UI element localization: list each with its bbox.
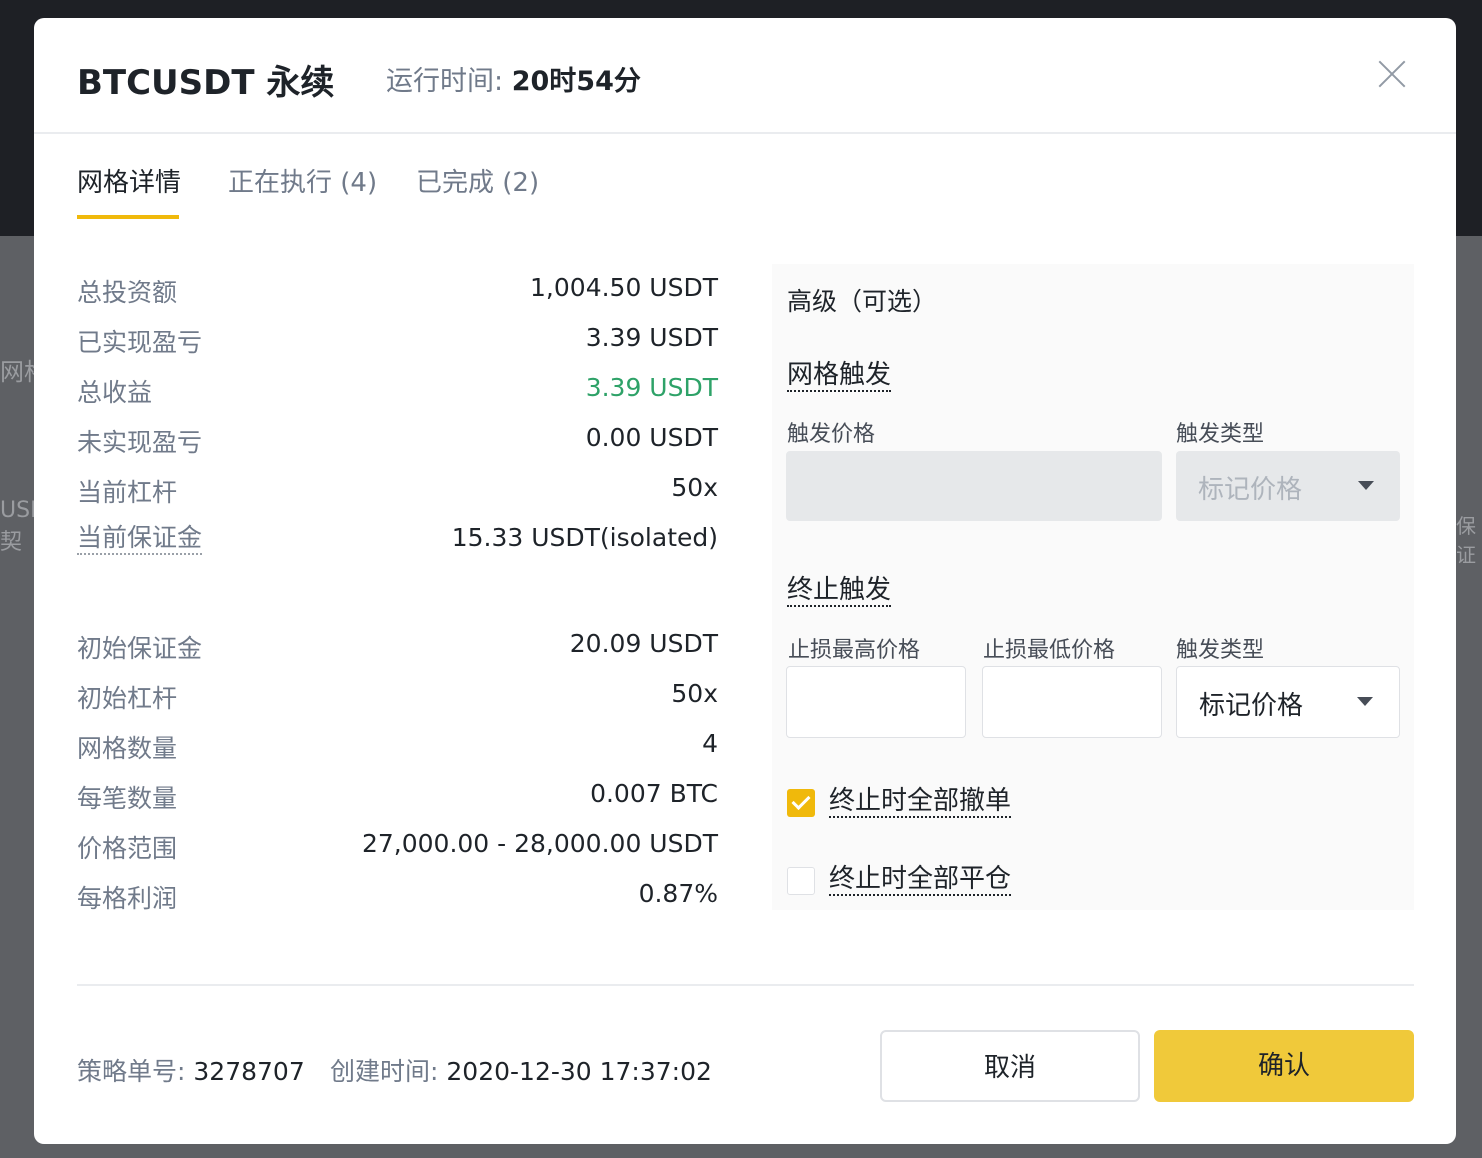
stop-trigger-type-select[interactable]: 标记价格 [1176, 666, 1400, 738]
runtime-value: 20时54分 [511, 66, 641, 97]
order-id-label: 策略单号: [77, 1057, 186, 1086]
detail-value: 50x [671, 473, 718, 502]
detail-label: 当前杠杆 [77, 478, 178, 507]
trigger-type-label: 触发类型 [1176, 422, 1265, 447]
active-tab-indicator [77, 215, 179, 219]
tab-executing[interactable]: 正在执行 (4) [228, 162, 377, 199]
trigger-price-input[interactable] [786, 451, 1162, 521]
advanced-title: 高级（可选） [787, 287, 938, 316]
detail-value: 27,000.00 - 28,000.00 USDT [361, 829, 718, 858]
cancel-all-checkbox[interactable] [787, 789, 815, 817]
trigger-type-value: 标记价格 [1198, 475, 1303, 505]
detail-label: 总收益 [77, 378, 153, 407]
detail-label: 初始保证金 [77, 634, 203, 663]
detail-row-realized-pnl: 已实现盈亏 3.39 USDT [77, 323, 718, 363]
detail-row-total-profit: 总收益 3.39 USDT [77, 373, 718, 413]
close-all-label[interactable]: 终止时全部平仓 [829, 864, 1012, 896]
detail-label: 价格范围 [77, 834, 178, 863]
caret-down-icon [1357, 697, 1373, 706]
detail-label: 网格数量 [77, 734, 178, 763]
footer-divider [77, 984, 1414, 986]
stop-low-price-input[interactable] [982, 666, 1162, 738]
created-time-label: 创建时间: [330, 1057, 439, 1086]
grid-trigger-title[interactable]: 网格触发 [787, 360, 892, 392]
detail-label: 初始杠杆 [77, 684, 178, 713]
stop-high-price-label: 止损最高价格 [788, 638, 921, 663]
detail-label: 每笔数量 [77, 784, 178, 813]
detail-value: 50x [671, 679, 718, 708]
detail-label: 已实现盈亏 [77, 328, 203, 357]
detail-value: 20.09 USDT [569, 629, 718, 658]
detail-label: 总投资额 [77, 278, 178, 307]
detail-label: 每格利润 [77, 884, 178, 913]
detail-value: 15.33 USDT(isolated) [451, 523, 718, 552]
detail-row-total-investment: 总投资额 1,004.50 USDT [77, 273, 718, 313]
runtime: 运行时间: 20时54分 [386, 59, 641, 98]
tab-grid-details[interactable]: 网格详情 [77, 162, 181, 199]
advanced-panel: 高级（可选） 网格触发 触发价格 触发类型 标记价格 终止触发 止损最高价格 止… [772, 264, 1414, 910]
detail-row-current-margin: 当前保证金 15.33 USDT(isolated) [77, 523, 718, 563]
runtime-label: 运行时间: [386, 66, 504, 97]
trigger-type-select[interactable]: 标记价格 [1176, 451, 1400, 521]
cancel-button[interactable]: 取消 [880, 1030, 1140, 1102]
modal-header: BTCUSDT 永续 运行时间: 20时54分 [34, 18, 1456, 134]
detail-label: 未实现盈亏 [77, 428, 203, 457]
created-time: 创建时间: 2020-12-30 17:37:02 [330, 1052, 712, 1088]
detail-row-profit-per-grid: 每格利润 0.87% [77, 879, 718, 919]
detail-row-unrealized-pnl: 未实现盈亏 0.00 USDT [77, 423, 718, 463]
detail-row-initial-margin: 初始保证金 20.09 USDT [77, 629, 718, 669]
confirm-button[interactable]: 确认 [1154, 1030, 1414, 1102]
background-type-peek: 契 [0, 530, 23, 555]
detail-label-tooltip[interactable]: 当前保证金 [77, 523, 203, 555]
grid-detail-modal: BTCUSDT 永续 运行时间: 20时54分 网格详情 正在执行 (4) 已完… [34, 18, 1456, 1144]
detail-row-initial-leverage: 初始杠杆 50x [77, 679, 718, 719]
stop-trigger-type-value: 标记价格 [1199, 691, 1304, 721]
trigger-price-label: 触发价格 [787, 422, 876, 447]
stop-trigger-title[interactable]: 终止触发 [787, 575, 892, 607]
stop-low-price-label: 止损最低价格 [983, 638, 1116, 663]
order-id-value: 3278707 [193, 1057, 305, 1086]
detail-value: 0.00 USDT [585, 423, 718, 452]
detail-row-grid-count: 网格数量 4 [77, 729, 718, 769]
cancel-all-label[interactable]: 终止时全部撤单 [829, 786, 1012, 818]
stop-high-price-input[interactable] [786, 666, 966, 738]
detail-value: 1,004.50 USDT [530, 273, 718, 302]
detail-value: 4 [702, 729, 718, 758]
caret-down-icon [1358, 481, 1374, 490]
background-margin-peek: 保证 [1456, 514, 1476, 567]
detail-row-price-range: 价格范围 27,000.00 - 28,000.00 USDT [77, 829, 718, 869]
detail-value: 0.87% [638, 879, 718, 908]
stop-trigger-type-label: 触发类型 [1176, 638, 1265, 663]
detail-row-current-leverage: 当前杠杆 50x [77, 473, 718, 513]
tab-completed[interactable]: 已完成 (2) [416, 162, 539, 199]
modal-title: BTCUSDT 永续 [77, 63, 335, 103]
detail-value: 0.007 BTC [590, 779, 718, 808]
close-all-checkbox[interactable] [787, 867, 815, 895]
created-time-value: 2020-12-30 17:37:02 [446, 1057, 712, 1086]
detail-value: 3.39 USDT [585, 323, 718, 352]
order-id: 策略单号: 3278707 [77, 1052, 305, 1088]
detail-value: 3.39 USDT [585, 373, 718, 402]
close-icon[interactable] [1374, 56, 1410, 92]
detail-row-qty-per-order: 每笔数量 0.007 BTC [77, 779, 718, 819]
